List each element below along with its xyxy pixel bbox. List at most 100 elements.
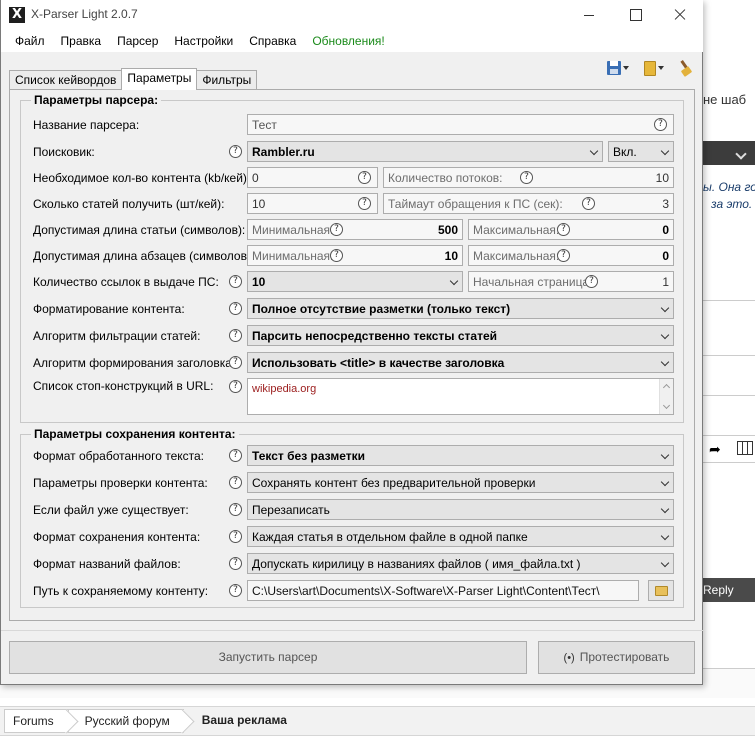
chevron-down-icon — [660, 357, 670, 367]
articles-count-input[interactable]: 10 ? — [247, 193, 378, 214]
chevron-down-icon — [623, 66, 629, 70]
help-icon[interactable]: ? — [229, 329, 242, 342]
radio-icon: (•) — [563, 652, 575, 664]
engine-state-select[interactable]: Вкл. — [608, 141, 674, 162]
menu-parser[interactable]: Парсер — [109, 30, 166, 52]
scroll-up-icon[interactable] — [662, 383, 671, 392]
help-icon[interactable]: ? — [358, 197, 371, 210]
open-dropdown[interactable] — [638, 58, 670, 78]
breadcrumb-item[interactable]: Forums — [4, 709, 68, 733]
chevron-down-icon — [660, 303, 670, 313]
run-parser-button[interactable]: Запустить парсер — [9, 641, 527, 674]
tab-parameters[interactable]: Параметры — [121, 68, 198, 90]
app-window: X X-Parser Light 2.0.7 Файл Правка Парсе… — [0, 0, 703, 685]
breadcrumb-item[interactable]: Русский форум — [67, 709, 184, 733]
threads-input[interactable]: Количество потоков: ? 10 — [383, 167, 674, 188]
help-icon[interactable]: ? — [557, 249, 570, 262]
help-icon[interactable]: ? — [229, 302, 242, 315]
content-amount-label: Необходимое кол-во контента (kb/кей): — [33, 171, 251, 185]
clear-button[interactable] — [674, 58, 694, 78]
help-icon[interactable]: ? — [557, 223, 570, 236]
reply-button[interactable]: Reply — [703, 578, 755, 602]
breadcrumb-current: Ваша реклама — [183, 709, 301, 733]
help-icon[interactable]: ? — [585, 275, 598, 288]
help-icon[interactable]: ? — [229, 275, 242, 288]
chevron-down-icon — [449, 276, 459, 286]
help-icon[interactable]: ? — [229, 557, 242, 570]
maximize-button[interactable] — [612, 0, 658, 30]
chevron-down-icon — [589, 146, 599, 156]
save-format-select[interactable]: Каждая статья в отдельном файле в одной … — [247, 526, 674, 547]
help-icon[interactable]: ? — [229, 449, 242, 462]
heading-algorithm-select[interactable]: Использовать <title> в качестве заголовк… — [247, 352, 674, 373]
help-icon[interactable]: ? — [229, 145, 242, 158]
tab-keywords[interactable]: Список кейвордов — [9, 70, 123, 90]
bg-divider — [703, 395, 755, 396]
text-format-select[interactable]: Текст без разметки — [247, 445, 674, 466]
save-dropdown[interactable] — [602, 58, 634, 78]
filter-algorithm-select[interactable]: Парсить непосредственно тексты статей — [247, 325, 674, 346]
menu-edit[interactable]: Правка — [53, 30, 110, 52]
parameters-panel: Параметры парсера: Название парсера: Тес… — [9, 89, 695, 621]
parser-name-input[interactable]: Тест ? — [247, 114, 674, 135]
minimize-button[interactable] — [566, 0, 612, 30]
check-params-select[interactable]: Сохранять контент без предварительной пр… — [247, 472, 674, 493]
menu-help[interactable]: Справка — [241, 30, 304, 52]
help-icon[interactable]: ? — [654, 118, 667, 131]
paragraph-min-input[interactable]: Минимальная: ? 10 — [247, 245, 463, 266]
scrollbar[interactable] — [659, 379, 673, 414]
formatting-label: Форматирование контента: — [33, 302, 185, 316]
start-page-input[interactable]: Начальная страница: ? 1 — [468, 271, 674, 292]
close-button[interactable] — [657, 0, 703, 30]
help-icon[interactable]: ? — [330, 223, 343, 236]
window-title: X-Parser Light 2.0.7 — [31, 7, 138, 21]
filenames-format-select[interactable]: Допускать кирилицу в названиях файлов ( … — [247, 553, 674, 574]
save-icon — [607, 61, 621, 75]
help-icon[interactable]: ? — [582, 197, 595, 210]
help-icon[interactable]: ? — [229, 584, 242, 597]
save-params-group: Параметры сохранения контента: Формат об… — [20, 427, 684, 608]
chevron-down-icon — [660, 477, 670, 487]
bg-divider — [703, 300, 755, 301]
filenames-format-label: Формат названий файлов: — [33, 557, 181, 571]
help-icon[interactable]: ? — [229, 380, 242, 393]
scroll-down-icon[interactable] — [662, 401, 671, 410]
engine-select[interactable]: Rambler.ru — [247, 141, 603, 162]
help-icon[interactable]: ? — [229, 476, 242, 489]
timeout-input[interactable]: Таймаут обращения к ПС (сек): ? 3 — [383, 193, 674, 214]
save-format-label: Формат сохранения контента: — [33, 530, 201, 544]
test-button[interactable]: (•) Протестировать — [538, 641, 695, 674]
bg-collapse-bar[interactable] — [703, 141, 755, 165]
bg-divider — [703, 355, 755, 356]
chevron-down-icon — [658, 66, 664, 70]
check-params-label: Параметры проверки контента: — [33, 476, 208, 490]
content-amount-input[interactable]: 0 ? — [247, 167, 378, 188]
table-icon[interactable] — [737, 441, 753, 455]
help-icon[interactable]: ? — [330, 249, 343, 262]
help-icon[interactable]: ? — [229, 530, 242, 543]
redo-icon[interactable]: ➦ — [709, 441, 721, 458]
chevron-down-icon — [660, 504, 670, 514]
help-icon[interactable]: ? — [229, 503, 242, 516]
menu-updates[interactable]: Обновления! — [304, 30, 392, 52]
articles-count-label: Сколько статей получить (шт/кей): — [33, 197, 225, 211]
tab-strip: Список кейвордов Параметры Фильтры — [9, 68, 258, 90]
folder-icon — [655, 586, 668, 596]
group-title: Параметры сохранения контента: — [31, 427, 239, 441]
links-count-select[interactable]: 10 — [247, 271, 463, 292]
browse-folder-button[interactable] — [648, 580, 674, 601]
menu-file[interactable]: Файл — [7, 30, 53, 52]
formatting-select[interactable]: Полное отсутствие разметки (только текст… — [247, 298, 674, 319]
help-icon[interactable]: ? — [520, 171, 533, 184]
save-path-input[interactable]: C:\Users\art\Documents\X-Software\X-Pars… — [247, 580, 639, 601]
stop-list-label: Список стоп-конструкций в URL: — [33, 379, 214, 393]
tab-filters[interactable]: Фильтры — [196, 70, 258, 90]
file-exists-select[interactable]: Перезаписать — [247, 499, 674, 520]
article-min-input[interactable]: Минимальная: ? 500 — [247, 219, 463, 240]
help-icon[interactable]: ? — [229, 356, 242, 369]
article-max-input[interactable]: Максимальная: ? 0 — [468, 219, 674, 240]
menu-settings[interactable]: Настройки — [166, 30, 241, 52]
stop-list-textarea[interactable]: wikipedia.org — [247, 378, 674, 415]
help-icon[interactable]: ? — [358, 171, 371, 184]
paragraph-max-input[interactable]: Максимальная: ? 0 — [468, 245, 674, 266]
